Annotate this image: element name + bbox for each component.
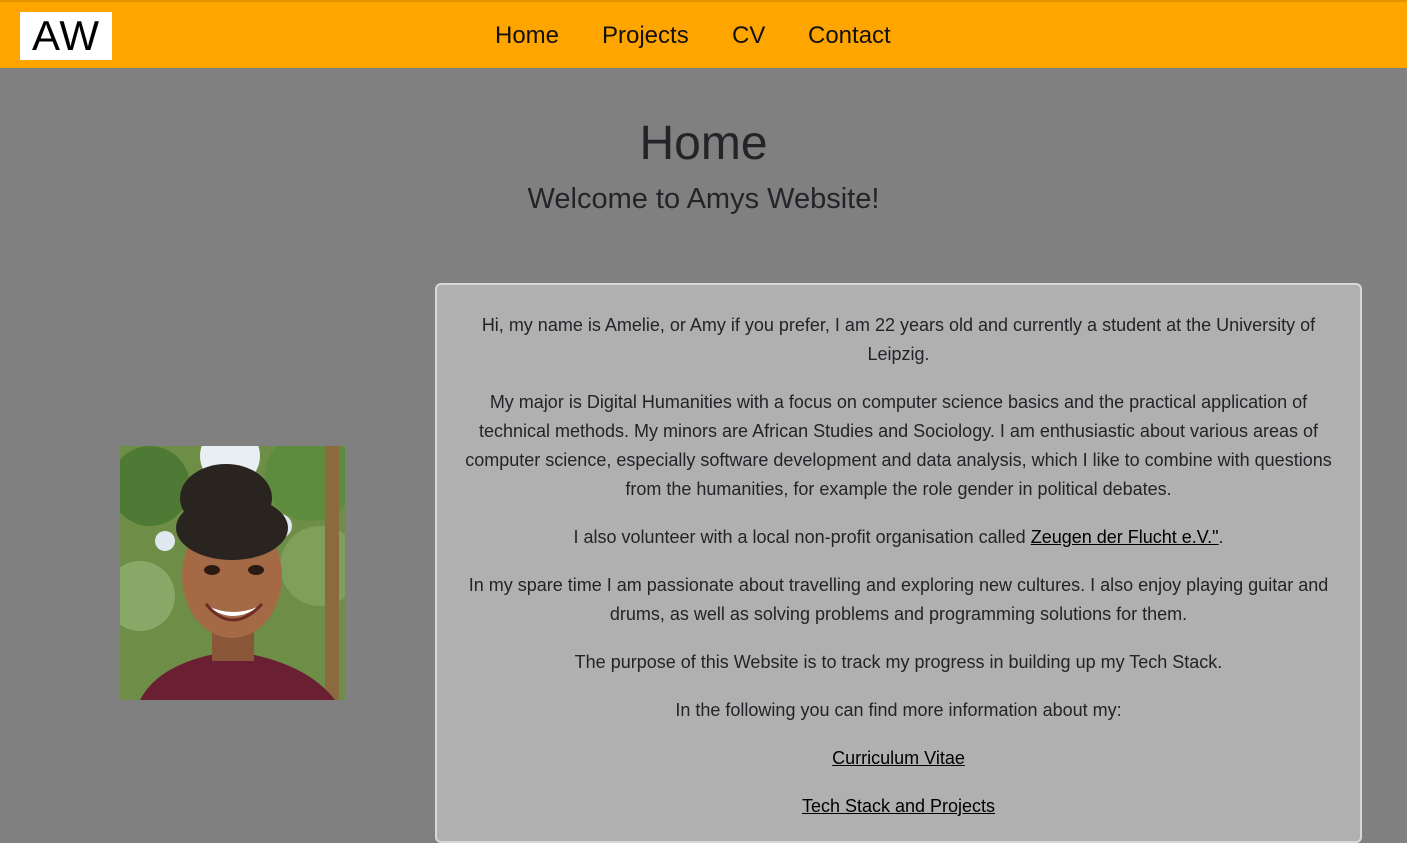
volunteer-paragraph: I also volunteer with a local non-profit… [461, 523, 1336, 552]
intro-paragraph: Hi, my name is Amelie, or Amy if you pre… [481, 315, 1316, 364]
nav-link-projects[interactable]: Projects [602, 20, 689, 52]
zeugen-der-flucht-link[interactable]: Zeugen der Flucht e.V." [1031, 527, 1219, 547]
nav-link-home[interactable]: Home [495, 20, 559, 52]
page-title: Home [639, 117, 768, 170]
profile-photo [120, 446, 345, 700]
tech-stack-projects-link[interactable]: Tech Stack and Projects [802, 796, 995, 816]
projects-link-paragraph: Tech Stack and Projects [461, 792, 1336, 821]
intro-card: Hi, my name is Amelie, or Amy if you pre… [435, 283, 1362, 843]
volunteer-text: I also volunteer with a local non-profit… [573, 527, 1031, 547]
cv-link-paragraph: Curriculum Vitae [461, 744, 1336, 773]
more-info-paragraph: In the following you can find more infor… [675, 700, 1122, 720]
spare-time-paragraph: In my spare time I am passionate about t… [468, 575, 1329, 624]
nav-link-contact[interactable]: Contact [808, 20, 891, 52]
main-nav: Home Projects CV Contact [0, 20, 1407, 54]
page-subtitle: Welcome to Amys Website! [527, 183, 880, 215]
volunteer-suffix: . [1218, 527, 1224, 547]
purpose-paragraph: The purpose of this Website is to track … [574, 652, 1223, 672]
top-navbar: AW Home Projects CV Contact [0, 0, 1407, 68]
major-paragraph: My major is Digital Humanities with a fo… [465, 392, 1332, 499]
curriculum-vitae-link[interactable]: Curriculum Vitae [832, 748, 965, 768]
nav-link-cv[interactable]: CV [732, 20, 765, 52]
